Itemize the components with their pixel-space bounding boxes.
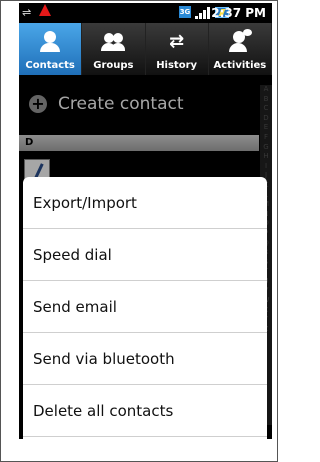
warning-icon — [39, 4, 51, 16]
menu-item-export-import[interactable]: Export/Import — [23, 177, 267, 229]
tab-bar: Contacts Groups ⇄ History Activities — [19, 23, 272, 75]
menu-item-send-via-bluetooth[interactable]: Send via bluetooth — [23, 333, 267, 385]
groups-icon — [101, 31, 126, 53]
history-icon: ⇄ — [169, 31, 185, 52]
contacts-icon — [38, 31, 62, 53]
network-badge: 3G — [179, 6, 191, 18]
tab-label: Activities — [213, 60, 267, 71]
tab-contacts[interactable]: Contacts — [19, 23, 83, 75]
tab-groups[interactable]: Groups — [82, 23, 146, 75]
menu-item-send-email[interactable]: Send email — [23, 281, 267, 333]
options-menu: Export/Import Speed dial Send email Send… — [23, 177, 267, 439]
tab-label: Contacts — [25, 60, 75, 71]
phone-screen: ⇌ 3G 2:37 PM Contacts Groups ⇄ History A… — [19, 3, 272, 439]
status-time: 2:37 PM — [211, 6, 266, 20]
menu-item-delete-all-contacts[interactable]: Delete all contacts — [23, 385, 267, 437]
tab-label: Groups — [93, 60, 134, 71]
tab-history[interactable]: ⇄ History — [146, 23, 209, 75]
usb-icon: ⇌ — [22, 6, 32, 19]
tab-label: History — [156, 60, 198, 71]
signal-icon — [195, 7, 211, 19]
menu-item-speed-dial[interactable]: Speed dial — [23, 229, 267, 281]
activities-icon — [228, 29, 252, 53]
status-bar: ⇌ 3G 2:37 PM — [19, 3, 272, 23]
tab-activities[interactable]: Activities — [209, 23, 272, 75]
screenshot-frame: ⇌ 3G 2:37 PM Contacts Groups ⇄ History A… — [0, 0, 278, 462]
